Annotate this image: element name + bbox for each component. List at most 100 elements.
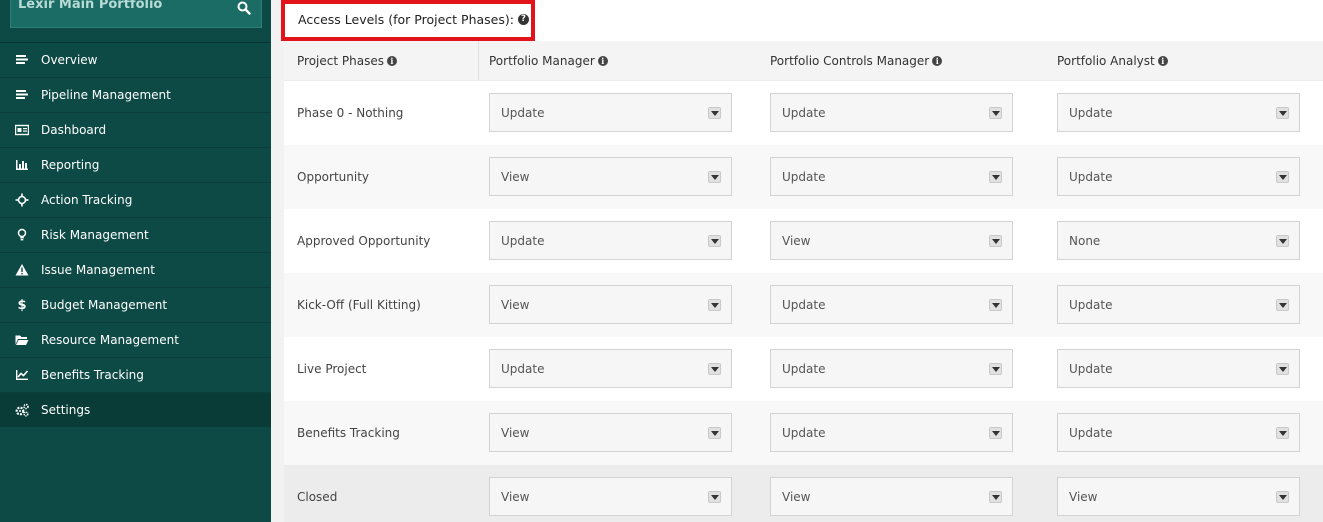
line-chart-icon [16,370,29,380]
analyst-access-select[interactable]: Update [1057,285,1300,324]
select-value: None [1069,233,1101,248]
analyst-access-select[interactable]: Update [1057,157,1300,196]
sidebar: Lexir Main Portfolio Overview Pipeline M… [0,0,271,522]
controls-manager-access-select[interactable]: Update [770,157,1013,196]
table-row: Phase 0 - Nothing Update Update Update [284,81,1323,145]
column-header-label: Portfolio Controls Manager [770,54,930,68]
analyst-access-select[interactable]: None [1057,221,1300,260]
phase-label: Live Project [297,362,367,376]
section-heading-highlight: Access Levels (for Project Phases): ? [281,0,535,41]
portfolio-manager-access-select[interactable]: View [489,157,732,196]
phase-label: Approved Opportunity [297,234,431,248]
select-value: Update [501,105,545,120]
column-header-label: Portfolio Analyst [1057,54,1155,68]
chevron-down-icon [989,235,1002,247]
search-icon[interactable] [237,1,251,15]
chevron-down-icon [708,171,721,183]
sidebar-item-action-tracking[interactable]: Action Tracking [0,182,271,217]
sidebar-item-label: Settings [41,403,91,417]
sidebar-item-pipeline-management[interactable]: Pipeline Management [0,77,271,112]
table-row: Benefits Tracking View Update Update [284,401,1323,465]
chevron-down-icon [1276,363,1289,375]
chevron-down-icon [1276,171,1289,183]
sidebar-item-dashboard[interactable]: Dashboard [0,112,271,147]
controls-manager-access-select[interactable]: View [770,221,1013,260]
chevron-down-icon [1276,107,1289,119]
info-icon[interactable]: i [386,56,397,66]
select-value: Update [1069,361,1113,376]
portfolio-title: Lexir Main Portfolio [18,0,163,12]
top-bar [535,0,1323,41]
chevron-down-icon [708,299,721,311]
sidebar-item-issue-management[interactable]: Issue Management [0,252,271,287]
portfolio-manager-access-select[interactable]: Update [489,221,732,260]
sidebar-item-label: Pipeline Management [41,88,171,102]
controls-manager-access-select[interactable]: Update [770,93,1013,132]
chevron-down-icon [708,427,721,439]
warning-icon [15,264,29,276]
info-icon[interactable]: i [597,56,608,66]
chevron-down-icon [1276,235,1289,247]
analyst-access-select[interactable]: Update [1057,93,1300,132]
sidebar-item-label: Dashboard [41,123,107,137]
column-header-portfolio-manager: Portfolio Manager i [489,41,608,81]
controls-manager-access-select[interactable]: Update [770,285,1013,324]
table-row: Closed View View View [284,465,1323,522]
select-value: Update [501,233,545,248]
sidebar-item-label: Benefits Tracking [41,368,144,382]
portfolio-manager-access-select[interactable]: View [489,285,732,324]
controls-manager-access-select[interactable]: Update [770,413,1013,452]
info-icon[interactable]: i [932,56,943,66]
chevron-down-icon [708,107,721,119]
portfolio-manager-access-select[interactable]: View [489,413,732,452]
select-value: Update [1069,169,1113,184]
select-value: View [501,489,530,504]
info-icon[interactable]: i [1157,56,1168,66]
portfolio-manager-access-select[interactable]: Update [489,93,732,132]
sidebar-item-label: Issue Management [41,263,155,277]
table-row: Opportunity View Update Update [284,145,1323,209]
select-value: Update [501,361,545,376]
main-content: Access Levels (for Project Phases): ? Pr… [271,0,1323,522]
analyst-access-select[interactable]: Update [1057,413,1300,452]
sidebar-item-resource-management[interactable]: Resource Management [0,322,271,357]
select-value: View [501,425,530,440]
select-value: Update [782,361,826,376]
portfolio-manager-access-select[interactable]: View [489,477,732,516]
chevron-down-icon [1276,491,1289,503]
sidebar-item-benefits-tracking[interactable]: Benefits Tracking [0,357,271,392]
bar-chart-icon [16,160,28,170]
column-header-portfolio-controls-manager: Portfolio Controls Manager i [770,41,943,81]
phase-label: Phase 0 - Nothing [297,106,404,120]
question-circle-icon[interactable]: ? [517,14,529,25]
controls-manager-access-select[interactable]: Update [770,349,1013,388]
column-header-label: Project Phases [297,54,384,68]
select-value: Update [782,297,826,312]
id-card-icon [15,124,29,136]
sidebar-item-settings[interactable]: Settings [0,392,271,427]
select-value: Update [782,425,826,440]
lightbulb-icon [17,228,27,241]
phase-label: Kick-Off (Full Kitting) [297,298,421,312]
chevron-down-icon [989,363,1002,375]
page-title: Access Levels (for Project Phases): ? [298,12,529,27]
select-value: View [1069,489,1098,504]
column-divider [478,41,479,81]
select-value: Update [1069,297,1113,312]
portfolio-manager-access-select[interactable]: Update [489,349,732,388]
controls-manager-access-select[interactable]: View [770,477,1013,516]
sidebar-item-risk-management[interactable]: Risk Management [0,217,271,252]
portfolio-selector[interactable]: Lexir Main Portfolio [10,0,262,28]
sidebar-item-overview[interactable]: Overview [0,42,271,77]
sidebar-item-budget-management[interactable]: $ Budget Management [0,287,271,322]
analyst-access-select[interactable]: View [1057,477,1300,516]
align-left-icon [16,55,28,64]
sidebar-nav: Overview Pipeline Management Dashboard R… [0,42,271,427]
sidebar-item-label: Budget Management [41,298,168,312]
chevron-down-icon [989,427,1002,439]
chevron-down-icon [708,491,721,503]
heading-text: Access Levels (for Project Phases): [298,12,514,27]
table-row: Approved Opportunity Update View None [284,209,1323,273]
analyst-access-select[interactable]: Update [1057,349,1300,388]
sidebar-item-reporting[interactable]: Reporting [0,147,271,182]
